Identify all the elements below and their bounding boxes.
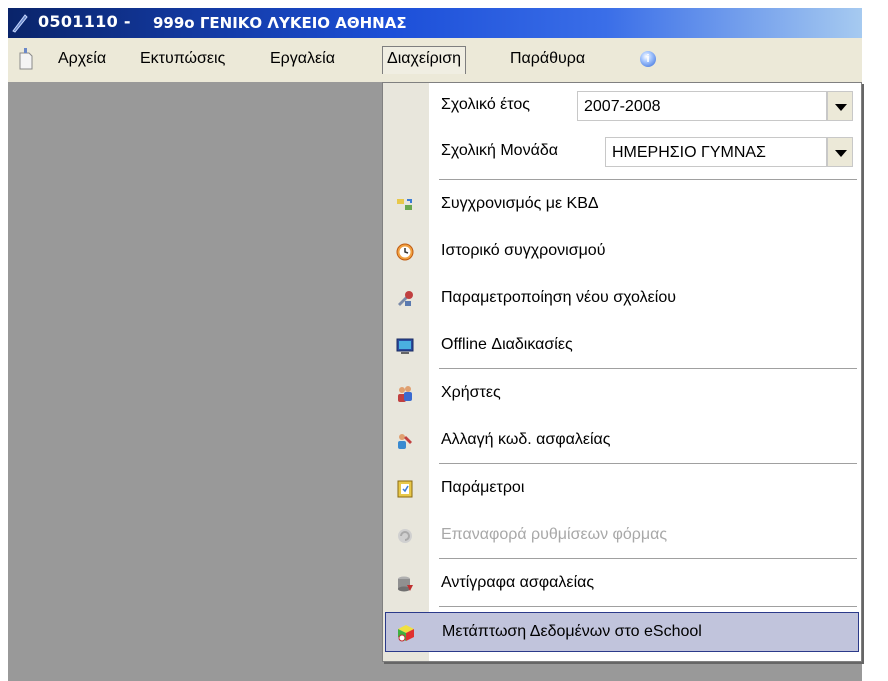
menu-item-eschool-migration[interactable]: Μετάπτωση Δεδομένων στο eSchool — [385, 612, 859, 652]
school-unit-row: Σχολική Μονάδα ΗΜΕΡΗΣΙΟ ΓΥΜΝΑΣ — [429, 131, 861, 175]
menu-item-sync-history[interactable]: Ιστορικό συγχρονισμού — [383, 232, 861, 272]
menu-separator — [439, 179, 857, 181]
user-key-icon — [398, 434, 412, 449]
menu-item-label: Ιστορικό συγχρονισμού — [441, 242, 606, 259]
menu-item-reset-form-settings: Επαναφορά ρυθμίσεων φόρμας — [383, 516, 861, 556]
menu-item-label: Αλλαγή κωδ. ασφαλείας — [441, 431, 611, 448]
menu-item-label: Συγχρονισμός με ΚΒΔ — [441, 195, 599, 212]
sync-icon — [397, 199, 412, 210]
menu-prints[interactable]: Εκτυπώσεις — [136, 47, 229, 71]
menu-item-offline[interactable]: Offline Διαδικασίες — [383, 326, 861, 366]
school-year-dropdown-button[interactable] — [827, 91, 853, 121]
menu-item-backups[interactable]: Αντίγραφα ασφαλείας — [383, 564, 861, 604]
tools-icon — [398, 291, 413, 306]
school-year-label: Σχολικό έτος — [441, 96, 530, 113]
menu-bar: Αρχεία Εκτυπώσεις Εργαλεία Διαχείριση Πα… — [8, 38, 862, 82]
reset-icon — [398, 529, 412, 543]
clock-icon — [396, 243, 414, 261]
menu-separator — [439, 558, 857, 560]
menu-item-label: Επαναφορά ρυθμίσεων φόρμας — [441, 526, 668, 543]
menu-windows[interactable]: Παράθυρα — [506, 47, 589, 71]
menu-files[interactable]: Αρχεία — [54, 47, 110, 71]
menu-item-label: Offline Διαδικασίες — [441, 336, 573, 353]
school-unit-dropdown-button[interactable] — [827, 137, 853, 167]
management-menu: Σχολικό έτος 2007-2008 Σχολική Μονάδα ΗΜ… — [382, 82, 862, 662]
menu-item-label: Μετάπτωση Δεδομένων στο eSchool — [442, 623, 702, 640]
info-icon[interactable]: i — [640, 51, 656, 67]
title-bar: 0501110 - 999o ΓΕΝΙΚΟ ΛΥΚΕΙΟ ΑΘΗΝΑΣ — [8, 8, 862, 38]
menu-separator — [439, 606, 857, 608]
cube-icon — [398, 625, 414, 642]
menu-item-parameters[interactable]: Παράμετροι — [383, 469, 861, 509]
school-year-select[interactable]: 2007-2008 — [577, 91, 827, 121]
menu-item-change-password[interactable]: Αλλαγή κωδ. ασφαλείας — [383, 421, 861, 461]
menu-separator — [439, 368, 857, 370]
menu-item-users[interactable]: Χρήστες — [383, 374, 861, 414]
app-pen-icon — [12, 14, 28, 33]
window-title: 999o ΓΕΝΙΚΟ ΛΥΚΕΙΟ ΑΘΗΝΑΣ — [153, 14, 407, 32]
document-icon[interactable] — [18, 47, 34, 71]
menu-item-new-school-setup[interactable]: Παραμετροποίηση νέου σχολείου — [383, 279, 861, 319]
school-unit-label: Σχολική Μονάδα — [441, 142, 558, 159]
school-year-row: Σχολικό έτος 2007-2008 — [429, 85, 861, 129]
menu-separator — [439, 463, 857, 465]
menu-item-label: Παράμετροι — [441, 479, 525, 496]
school-unit-select[interactable]: ΗΜΕΡΗΣΙΟ ΓΥΜΝΑΣ — [605, 137, 827, 167]
menu-item-label: Χρήστες — [441, 384, 501, 401]
menu-tools[interactable]: Εργαλεία — [266, 47, 339, 71]
parameters-icon — [397, 480, 413, 498]
database-icon — [398, 576, 413, 592]
menu-item-sync[interactable]: Συγχρονισμός με ΚΒΔ — [383, 185, 861, 225]
monitor-icon — [396, 338, 414, 354]
window-code: 0501110 - — [38, 12, 131, 31]
users-icon — [398, 386, 412, 402]
menu-item-label: Παραμετροποίηση νέου σχολείου — [441, 289, 676, 306]
menu-item-label: Αντίγραφα ασφαλείας — [441, 574, 595, 591]
menu-management[interactable]: Διαχείριση — [382, 46, 467, 74]
